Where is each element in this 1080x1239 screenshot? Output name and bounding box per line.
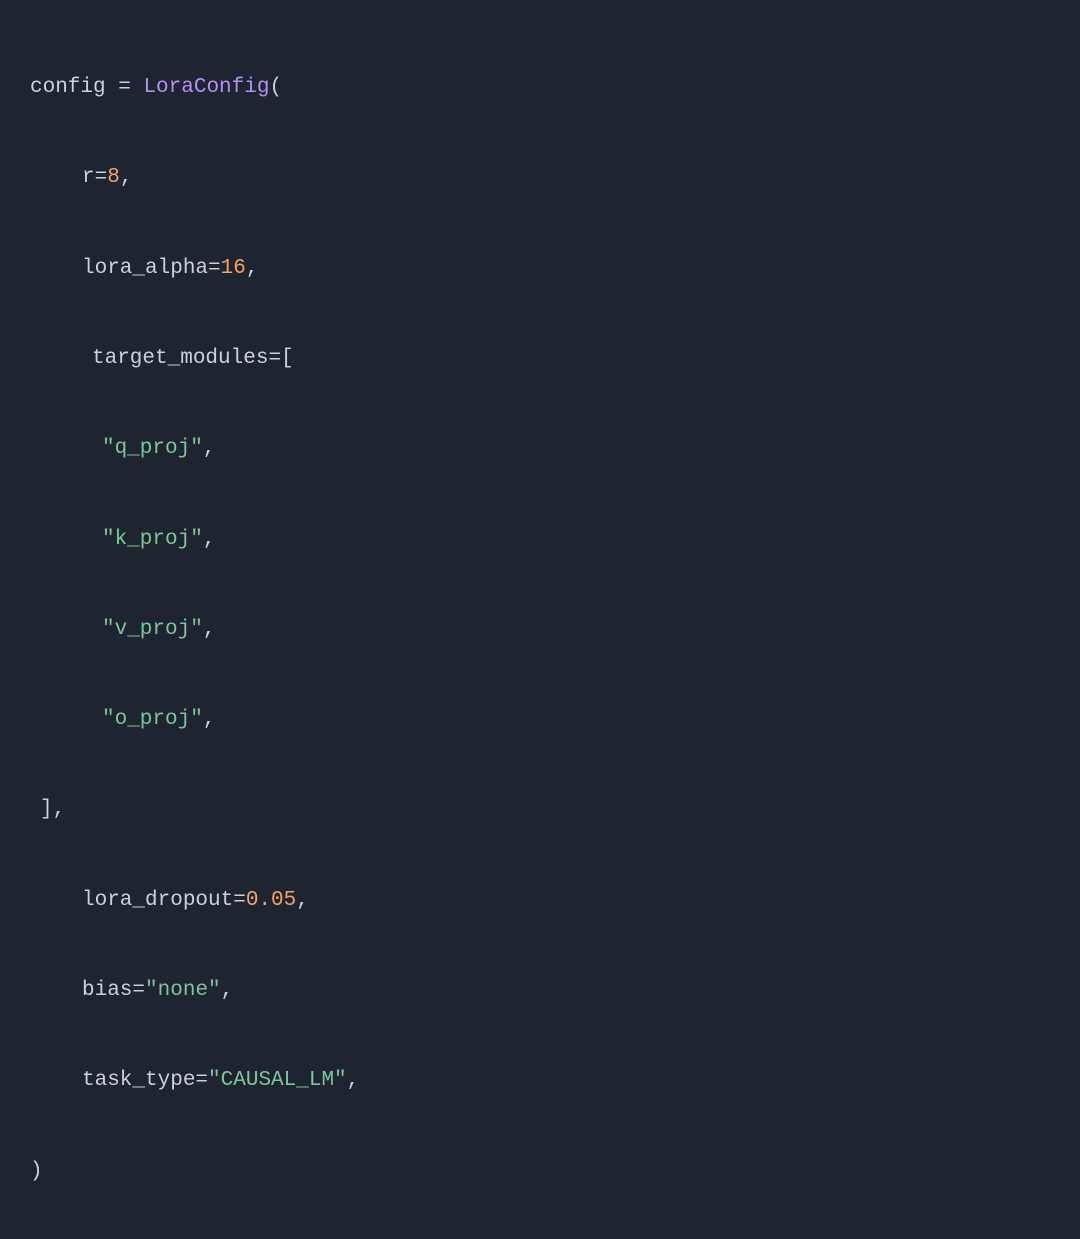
number-value: 0.05 [246, 889, 296, 912]
string-value: "none" [145, 979, 221, 1002]
comma: , [246, 257, 259, 280]
close-bracket: ] [40, 798, 53, 821]
close-paren: ) [30, 1160, 43, 1183]
comma: , [120, 166, 133, 189]
comma: , [53, 798, 66, 821]
eq-op: = [132, 979, 145, 1002]
code-line-10: lora_dropout=0.05, [30, 878, 1050, 923]
open-paren: ( [269, 76, 282, 99]
number-value: 16 [221, 257, 246, 280]
eq-op: = [95, 166, 108, 189]
eq-op: = [233, 889, 246, 912]
param-bias: bias [82, 979, 132, 1002]
assign-op: = [106, 76, 144, 99]
code-line-12: task_type="CAUSAL_LM", [30, 1058, 1050, 1103]
comma: , [203, 618, 216, 641]
string-value: "k_proj" [102, 528, 203, 551]
param-r: r [82, 166, 95, 189]
variable-name: config [30, 76, 106, 99]
class-name: LoraConfig [143, 76, 269, 99]
code-line-5: "q_proj", [30, 426, 1050, 471]
eq-op: = [208, 257, 221, 280]
string-value: "o_proj" [102, 708, 203, 731]
comma: , [203, 528, 216, 551]
comma: , [203, 708, 216, 731]
code-line-9: ], [30, 787, 1050, 832]
code-line-2: r=8, [30, 155, 1050, 200]
eq-op: = [268, 347, 281, 370]
comma: , [203, 437, 216, 460]
param-lora-alpha: lora_alpha [82, 257, 208, 280]
eq-op: = [195, 1069, 208, 1092]
code-line-13: ) [30, 1149, 1050, 1194]
param-lora-dropout: lora_dropout [82, 889, 233, 912]
code-line-11: bias="none", [30, 968, 1050, 1013]
open-bracket: [ [281, 347, 294, 370]
code-line-8: "o_proj", [30, 697, 1050, 742]
string-value: "q_proj" [102, 437, 203, 460]
code-line-1: config = LoraConfig( [30, 65, 1050, 110]
number-value: 8 [107, 166, 120, 189]
code-line-4: target_modules=[ [30, 336, 1050, 381]
param-target-modules: target_modules [92, 347, 268, 370]
comma: , [296, 889, 309, 912]
string-value: "v_proj" [102, 618, 203, 641]
code-block: config = LoraConfig( r=8, lora_alpha=16,… [30, 20, 1050, 1239]
param-task-type: task_type [82, 1069, 195, 1092]
code-line-3: lora_alpha=16, [30, 246, 1050, 291]
code-line-6: "k_proj", [30, 517, 1050, 562]
comma: , [347, 1069, 360, 1092]
comma: , [221, 979, 234, 1002]
code-line-7: "v_proj", [30, 607, 1050, 652]
string-value: "CAUSAL_LM" [208, 1069, 347, 1092]
